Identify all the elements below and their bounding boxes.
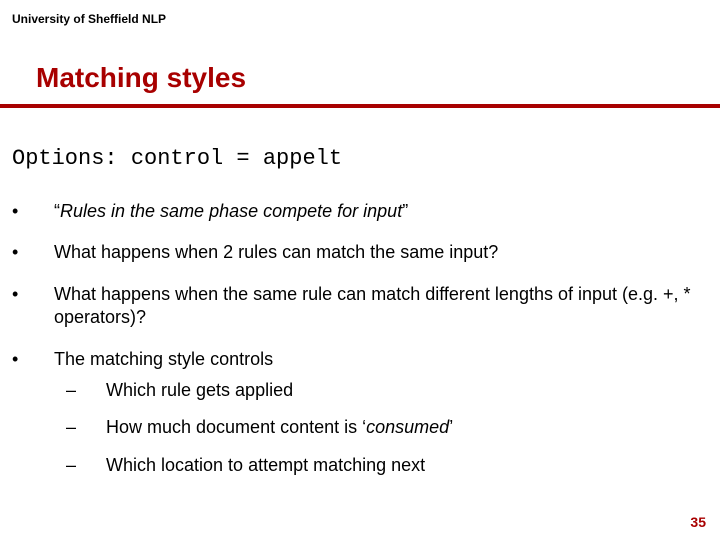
- bullet-text: The matching style controls: [54, 348, 696, 371]
- quote-close: ”: [402, 201, 408, 221]
- sub-text-pre: How much document content is ‘: [106, 417, 366, 437]
- title-rule: [0, 104, 720, 108]
- dash-mark: –: [66, 454, 106, 477]
- bullet-italic: Rules in the same phase compete for inpu…: [60, 201, 402, 221]
- org-header: University of Sheffield NLP: [12, 12, 166, 26]
- bullet-mark: •: [12, 200, 54, 223]
- page-number: 35: [690, 514, 706, 530]
- bullet-text: “Rules in the same phase compete for inp…: [54, 200, 696, 223]
- bullet-item: • “Rules in the same phase compete for i…: [12, 200, 696, 223]
- bullet-mark: •: [12, 241, 54, 264]
- bullet-text: What happens when 2 rules can match the …: [54, 241, 696, 264]
- dash-mark: –: [66, 379, 106, 402]
- options-code: Options: control = appelt: [12, 146, 342, 171]
- bullet-text: What happens when the same rule can matc…: [54, 283, 696, 330]
- bullet-mark: •: [12, 348, 54, 371]
- dash-mark: –: [66, 416, 106, 439]
- sub-bullet-text: How much document content is ‘consumed’: [106, 416, 696, 439]
- sub-bullet-item: – Which location to attempt matching nex…: [66, 454, 696, 477]
- bullet-item: • The matching style controls: [12, 348, 696, 371]
- sub-bullet-text: Which rule gets applied: [106, 379, 696, 402]
- sub-bullet-item: – Which rule gets applied: [66, 379, 696, 402]
- bullet-item: • What happens when 2 rules can match th…: [12, 241, 696, 264]
- bullet-mark: •: [12, 283, 54, 330]
- sub-bullet-item: – How much document content is ‘consumed…: [66, 416, 696, 439]
- sub-list: – Which rule gets applied – How much doc…: [66, 379, 696, 477]
- bullet-item: • What happens when the same rule can ma…: [12, 283, 696, 330]
- sub-text-italic: consumed: [366, 417, 449, 437]
- sub-text-post: ’: [449, 417, 453, 437]
- sub-bullet-text: Which location to attempt matching next: [106, 454, 696, 477]
- slide-body: • “Rules in the same phase compete for i…: [12, 200, 696, 491]
- slide-title: Matching styles: [36, 62, 246, 94]
